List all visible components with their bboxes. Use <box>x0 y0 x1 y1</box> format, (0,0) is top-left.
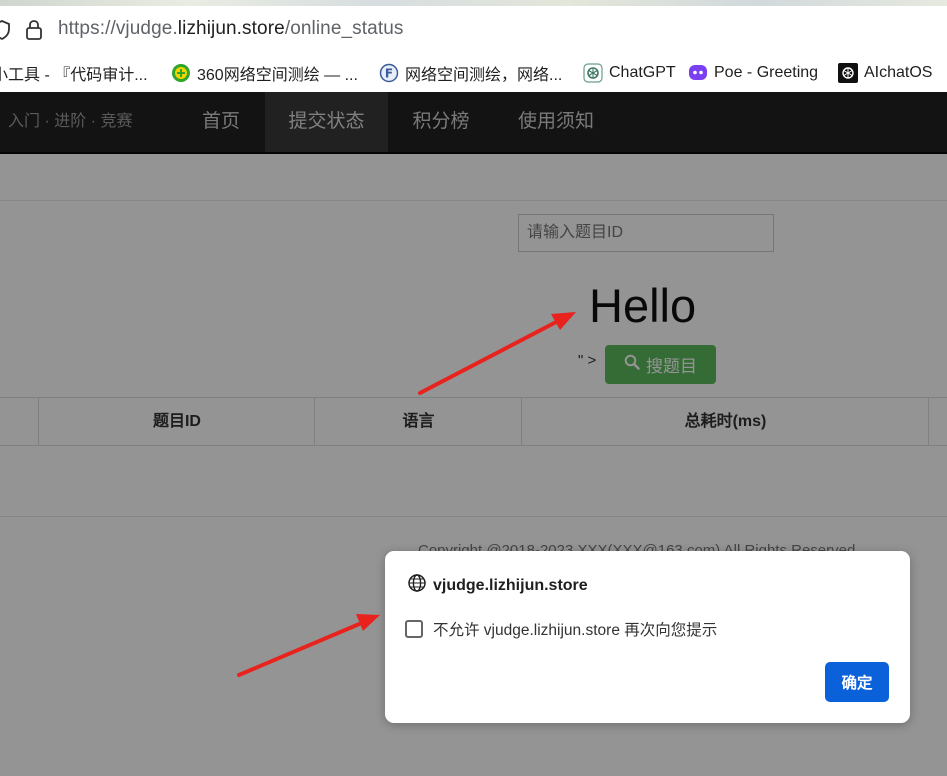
url-field[interactable]: https://vjudge.lizhijun.store/online_sta… <box>58 18 403 40</box>
poe-icon <box>688 63 708 83</box>
ok-button[interactable]: 确定 <box>825 662 889 702</box>
bookmarks-bar: 小工具 - 『代码审计... 360网络空间测绘 — ... F 网络空间测绘，… <box>0 54 947 93</box>
bookmark-chatgpt[interactable]: ChatGPT <box>583 54 676 92</box>
bookmark-aichatos[interactable]: AIchatOS <box>838 54 932 92</box>
bookmark-label: AIchatOS <box>864 64 933 81</box>
bookmark-poe[interactable]: Poe - Greeting <box>688 54 818 92</box>
suppress-dialog-checkbox[interactable] <box>405 620 423 638</box>
bookmark-label: ChatGPT <box>609 64 676 81</box>
aichatos-icon <box>838 63 858 83</box>
bookmark-code-audit[interactable]: 小工具 - 『代码审计... <box>0 54 148 92</box>
fofa-icon: F <box>379 63 399 83</box>
360-icon <box>171 63 191 83</box>
url-prefix: https://vjudge. <box>58 18 178 39</box>
svg-text:F: F <box>385 67 393 81</box>
bookmark-label: 小工具 - 『代码审计... <box>0 67 148 84</box>
suppress-dialog-option[interactable]: 不允许 vjudge.lizhijun.store 再次向您提示 <box>405 618 717 640</box>
dialog-title: vjudge.lizhijun.store <box>407 573 588 598</box>
bookmark-label: 网络空间测绘，网络... <box>405 67 563 84</box>
chatgpt-icon <box>583 63 603 83</box>
globe-icon <box>407 573 427 598</box>
shield-icon[interactable] <box>0 20 10 45</box>
address-bar[interactable]: https://vjudge.lizhijun.store/online_sta… <box>0 6 947 54</box>
bookmark-fofa[interactable]: F 网络空间测绘，网络... <box>379 54 562 92</box>
bookmark-360[interactable]: 360网络空间测绘 — ... <box>171 54 358 92</box>
url-path: /online_status <box>284 18 404 39</box>
bookmark-label: Poe - Greeting <box>714 64 819 81</box>
url-host: lizhijun.store <box>177 18 285 39</box>
lock-icon[interactable] <box>24 18 44 47</box>
bookmark-label: 360网络空间测绘 — ... <box>197 67 358 84</box>
dialog-title-text: vjudge.lizhijun.store <box>433 576 588 594</box>
alert-dialog: vjudge.lizhijun.store 不允许 vjudge.lizhiju… <box>385 551 910 723</box>
suppress-dialog-label: 不允许 vjudge.lizhijun.store 再次向您提示 <box>433 622 718 639</box>
